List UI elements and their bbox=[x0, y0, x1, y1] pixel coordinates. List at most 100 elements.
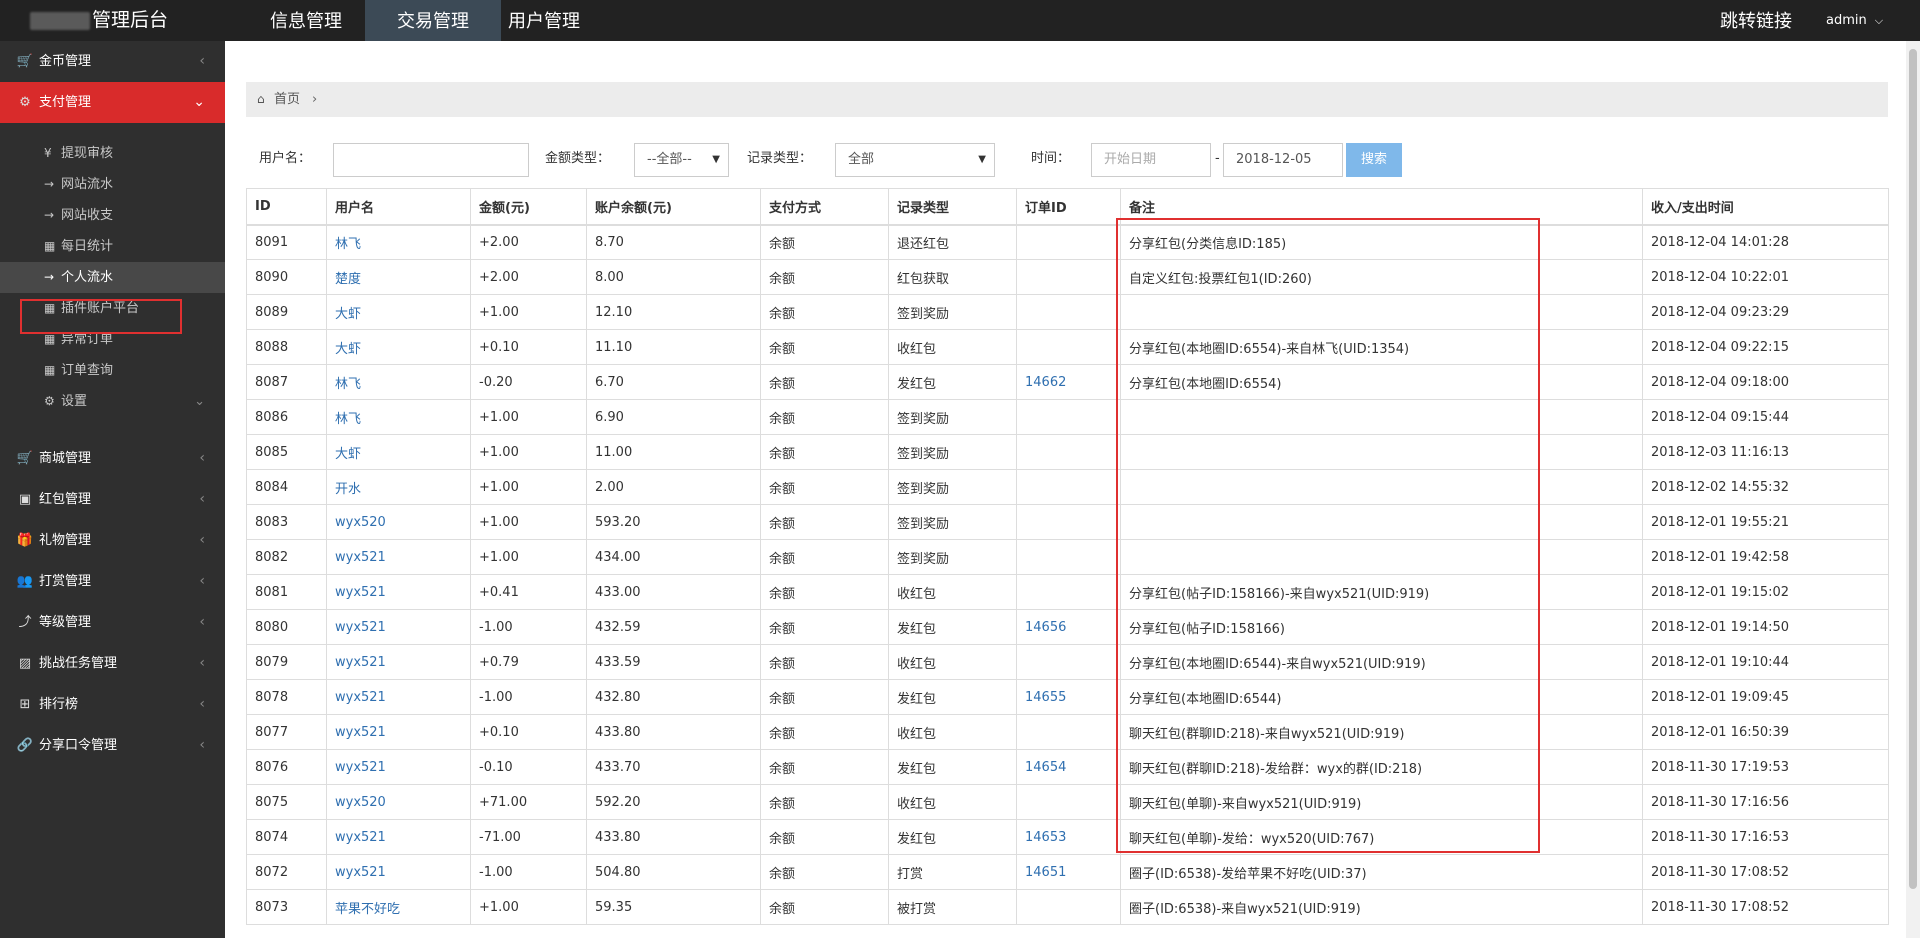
cell-id: 8075 bbox=[246, 784, 327, 820]
topnav-user-management[interactable]: 用户管理 bbox=[505, 0, 613, 41]
cell-username[interactable]: 林飞 bbox=[326, 364, 471, 400]
cell-payment-method: 余额 bbox=[760, 469, 889, 505]
username-input[interactable] bbox=[333, 143, 529, 177]
sidebar-item-red-packet[interactable]: ▣ 红包管理 ‹ bbox=[0, 479, 225, 520]
column-header-id: ID bbox=[246, 188, 327, 226]
chevron-left-icon: ‹ bbox=[199, 491, 205, 507]
cell-username[interactable]: wyx521 bbox=[326, 854, 471, 890]
table-row: 8074 wyx521 -71.00 433.80 余额 发红包 14653 聊天红包(单聊)… bbox=[246, 819, 1889, 855]
cell-order-id bbox=[1016, 399, 1121, 435]
sidebar-subitem-withdraw-review[interactable]: ¥ 提现审核 bbox=[0, 138, 225, 169]
jump-link[interactable]: 跳转链接 bbox=[1720, 0, 1792, 43]
cell-username[interactable]: wyx521 bbox=[326, 679, 471, 715]
sidebar-item-ranking[interactable]: ⊞ 排行榜 ‹ bbox=[0, 684, 225, 725]
cell-order-id bbox=[1016, 259, 1121, 295]
cell-username[interactable]: 林飞 bbox=[326, 224, 471, 260]
end-date-input[interactable]: 2018-12-05 bbox=[1223, 143, 1343, 177]
cell-username[interactable]: wyx521 bbox=[326, 749, 471, 785]
sidebar-subitem-order-query[interactable]: ▦ 订单查询 bbox=[0, 355, 225, 386]
cell-payment-method: 余额 bbox=[760, 504, 889, 540]
cell-username[interactable]: wyx521 bbox=[326, 574, 471, 610]
cell-username[interactable]: wyx521 bbox=[326, 819, 471, 855]
cell-amount: +0.41 bbox=[470, 574, 587, 610]
user-menu[interactable]: admin ⌵ bbox=[1826, 0, 1883, 41]
cell-order-id[interactable]: 14662 bbox=[1016, 364, 1121, 400]
cell-payment-method: 余额 bbox=[760, 574, 889, 610]
column-header-payment-method: 支付方式 bbox=[760, 188, 889, 226]
cell-order-id[interactable]: 14651 bbox=[1016, 854, 1121, 890]
gift-icon: 🎁 bbox=[16, 533, 34, 548]
sidebar-item-share-code[interactable]: 🔗 分享口令管理 ‹ bbox=[0, 725, 225, 766]
cell-id: 8074 bbox=[246, 819, 327, 855]
table-row: 8089 大虾 +1.00 12.10 余额 签到奖励 2018-12-04 09:23:2… bbox=[246, 294, 1889, 330]
column-header-time: 收入/支出时间 bbox=[1642, 188, 1889, 226]
brand[interactable]: 管理后台 bbox=[0, 0, 225, 41]
table-row: 8088 大虾 +0.10 11.10 余额 收红包 分享红包(本地圈ID:6554)-来自… bbox=[246, 329, 1889, 365]
cell-time: 2018-12-02 14:55:32 bbox=[1642, 469, 1889, 505]
breadcrumb-separator: › bbox=[312, 92, 318, 107]
cell-id: 8072 bbox=[246, 854, 327, 890]
cell-amount: +1.00 bbox=[470, 469, 587, 505]
cell-record-type: 收红包 bbox=[888, 714, 1017, 750]
cell-username[interactable]: 大虾 bbox=[326, 434, 471, 470]
vertical-scrollbar[interactable] bbox=[1906, 41, 1920, 938]
cell-username[interactable]: wyx521 bbox=[326, 609, 471, 645]
sidebar-item-coin[interactable]: 🛒 金币管理 ‹ bbox=[0, 41, 225, 82]
cell-time: 2018-11-30 17:16:53 bbox=[1642, 819, 1889, 855]
cell-username[interactable]: 开水 bbox=[326, 469, 471, 505]
cell-amount: +0.79 bbox=[470, 644, 587, 680]
breadcrumb-home[interactable]: 首页 bbox=[274, 82, 300, 117]
cell-username[interactable]: 大虾 bbox=[326, 294, 471, 330]
cell-time: 2018-12-04 10:22:01 bbox=[1642, 259, 1889, 295]
cell-order-id[interactable]: 14654 bbox=[1016, 749, 1121, 785]
cell-id: 8080 bbox=[246, 609, 327, 645]
chevron-left-icon: ‹ bbox=[199, 614, 205, 630]
sidebar-subitem-daily-stats[interactable]: ▦ 每日统计 bbox=[0, 231, 225, 262]
cell-username[interactable]: 林飞 bbox=[326, 399, 471, 435]
start-date-input[interactable]: 开始日期 bbox=[1091, 143, 1211, 177]
cell-amount: +0.10 bbox=[470, 714, 587, 750]
sidebar-subitem-personal-flow[interactable]: → 个人流水 bbox=[0, 262, 225, 293]
cell-balance: 593.20 bbox=[586, 504, 761, 540]
amount-type-select[interactable]: --全部-- ▼ bbox=[634, 143, 729, 177]
cell-username[interactable]: wyx520 bbox=[326, 504, 471, 540]
sidebar-subitem-label: 网站收支 bbox=[61, 208, 114, 223]
cell-time: 2018-11-30 17:16:56 bbox=[1642, 784, 1889, 820]
sidebar-subitem-settings[interactable]: ⚙ 设置 ⌄ bbox=[0, 386, 225, 417]
gear-icon: ⚙ bbox=[44, 394, 55, 408]
cell-balance: 434.00 bbox=[586, 539, 761, 575]
cell-amount: -1.00 bbox=[470, 609, 587, 645]
cell-username[interactable]: wyx521 bbox=[326, 644, 471, 680]
cell-order-id[interactable]: 14655 bbox=[1016, 679, 1121, 715]
sidebar-item-challenge-task[interactable]: ▨ 挑战任务管理 ‹ bbox=[0, 643, 225, 684]
cell-username[interactable]: wyx521 bbox=[326, 539, 471, 575]
search-button[interactable]: 搜索 bbox=[1346, 143, 1402, 177]
cell-username[interactable]: wyx521 bbox=[326, 714, 471, 750]
sidebar-item-label: 分享口令管理 bbox=[39, 738, 118, 753]
cell-username[interactable]: 大虾 bbox=[326, 329, 471, 365]
cell-username[interactable]: 苹果不好吃 bbox=[326, 889, 471, 925]
topnav-transaction-management[interactable]: 交易管理 bbox=[365, 0, 501, 41]
cell-order-id[interactable]: 14653 bbox=[1016, 819, 1121, 855]
table-row: 8080 wyx521 -1.00 432.59 余额 发红包 14656 分享红包(帖子ID… bbox=[246, 609, 1889, 645]
sidebar-item-label: 红包管理 bbox=[39, 492, 92, 507]
record-type-select[interactable]: 全部 ▼ bbox=[835, 143, 995, 177]
record-type-label: 记录类型： bbox=[747, 151, 813, 166]
sidebar-item-payment[interactable]: ⚙ 支付管理 ⌄ bbox=[0, 82, 225, 123]
cell-username[interactable]: 楚度 bbox=[326, 259, 471, 295]
sidebar-subitem-site-income-expense[interactable]: → 网站收支 bbox=[0, 200, 225, 231]
cell-order-id bbox=[1016, 469, 1121, 505]
sidebar-subitem-site-flow[interactable]: → 网站流水 bbox=[0, 169, 225, 200]
cell-balance: 8.00 bbox=[586, 259, 761, 295]
cell-username[interactable]: wyx520 bbox=[326, 784, 471, 820]
sidebar-item-label: 排行榜 bbox=[39, 697, 79, 712]
sidebar-item-gift[interactable]: 🎁 礼物管理 ‹ bbox=[0, 520, 225, 561]
column-header-amount: 金额(元) bbox=[470, 188, 587, 226]
sidebar-item-mall[interactable]: 🛒 商城管理 ‹ bbox=[0, 438, 225, 479]
cell-payment-method: 余额 bbox=[760, 679, 889, 715]
cell-order-id[interactable]: 14656 bbox=[1016, 609, 1121, 645]
sidebar-item-reward[interactable]: 👥 打赏管理 ‹ bbox=[0, 561, 225, 602]
sidebar-item-level[interactable]: ⤴ 等级管理 ‹ bbox=[0, 602, 225, 643]
cell-time: 2018-12-04 09:18:00 bbox=[1642, 364, 1889, 400]
scrollbar-thumb[interactable] bbox=[1909, 49, 1917, 889]
